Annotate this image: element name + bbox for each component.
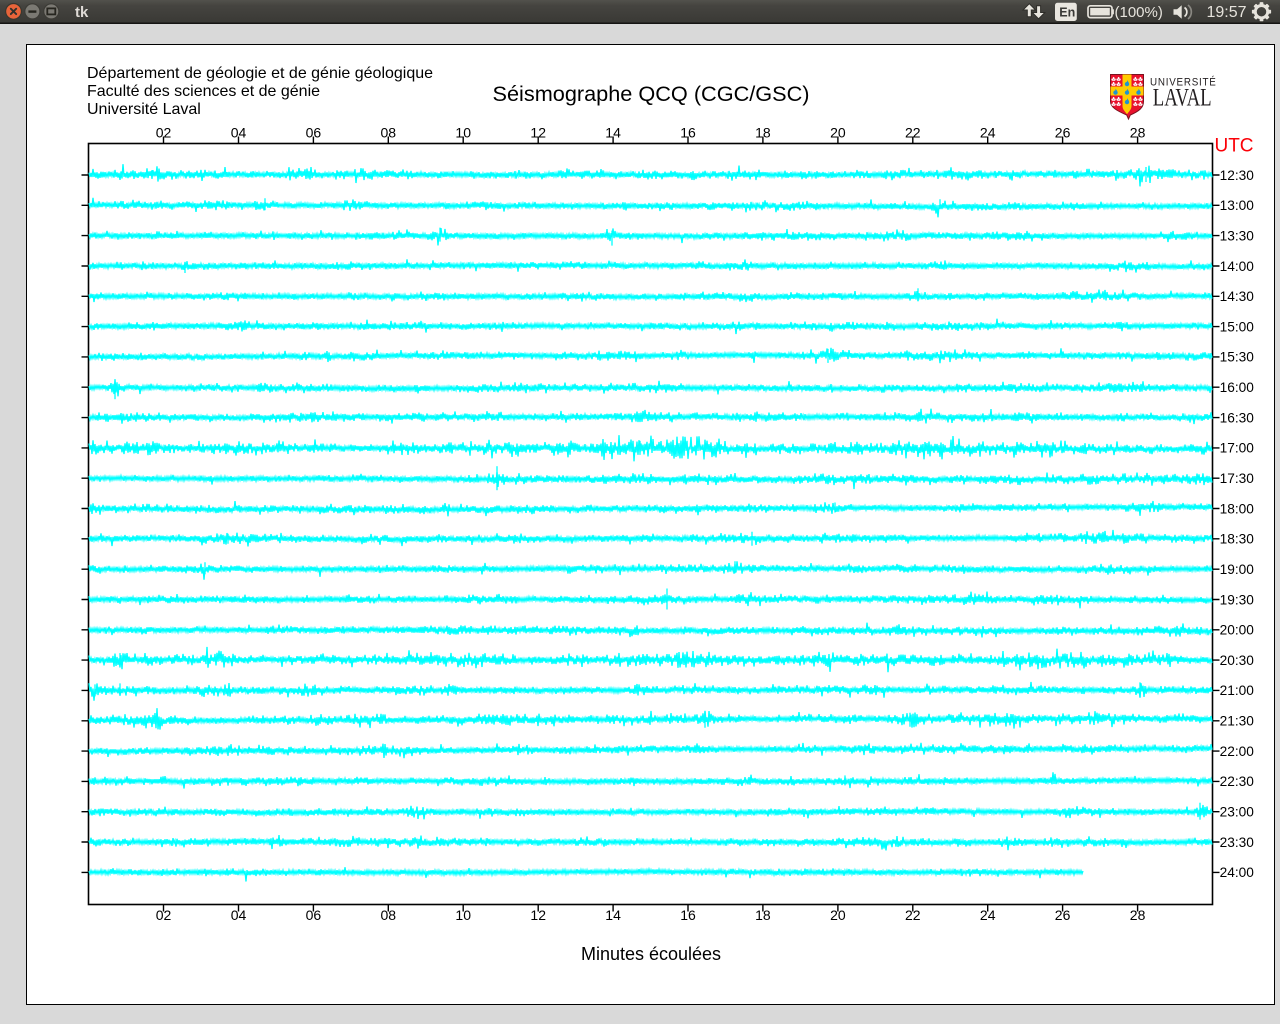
svg-text:UTC: UTC <box>1214 136 1253 157</box>
svg-text:20: 20 <box>830 907 846 923</box>
svg-text:10: 10 <box>455 125 471 141</box>
svg-text:22: 22 <box>905 907 921 923</box>
svg-text:21:30: 21:30 <box>1220 714 1255 729</box>
svg-text:15:00: 15:00 <box>1220 319 1255 334</box>
svg-text:02: 02 <box>156 907 172 923</box>
svg-text:14: 14 <box>605 907 621 923</box>
svg-text:22:00: 22:00 <box>1220 744 1255 759</box>
svg-text:14:30: 14:30 <box>1220 289 1255 304</box>
svg-text:12: 12 <box>530 125 546 141</box>
svg-text:19:00: 19:00 <box>1220 562 1255 577</box>
svg-text:20: 20 <box>830 125 846 141</box>
svg-text:18: 18 <box>755 125 771 141</box>
svg-text:20:30: 20:30 <box>1220 653 1255 668</box>
svg-text:17:00: 17:00 <box>1220 441 1255 456</box>
svg-text:20:00: 20:00 <box>1220 623 1255 638</box>
svg-text:08: 08 <box>381 125 397 141</box>
svg-text:23:00: 23:00 <box>1220 805 1255 820</box>
svg-text:24: 24 <box>980 125 996 141</box>
svg-text:LAVAL: LAVAL <box>1153 83 1212 111</box>
svg-text:26: 26 <box>1055 125 1071 141</box>
svg-text:24:00: 24:00 <box>1220 865 1255 880</box>
svg-text:28: 28 <box>1130 907 1146 923</box>
svg-text:12: 12 <box>530 907 546 923</box>
svg-text:14:00: 14:00 <box>1220 259 1255 274</box>
svg-text:06: 06 <box>306 125 322 141</box>
svg-text:18: 18 <box>755 907 771 923</box>
svg-text:18:30: 18:30 <box>1220 532 1255 547</box>
svg-text:19:30: 19:30 <box>1220 592 1255 607</box>
svg-text:04: 04 <box>231 125 247 141</box>
svg-text:17:30: 17:30 <box>1220 471 1255 486</box>
svg-text:12:30: 12:30 <box>1220 168 1255 183</box>
svg-text:16:00: 16:00 <box>1220 380 1255 395</box>
svg-text:02: 02 <box>156 125 172 141</box>
svg-text:10: 10 <box>455 907 471 923</box>
svg-text:28: 28 <box>1130 125 1146 141</box>
svg-text:04: 04 <box>231 907 247 923</box>
svg-text:22: 22 <box>905 125 921 141</box>
svg-text:18:00: 18:00 <box>1220 501 1255 516</box>
svg-text:13:30: 13:30 <box>1220 228 1255 243</box>
svg-text:06: 06 <box>306 907 322 923</box>
svg-text:16:30: 16:30 <box>1220 410 1255 425</box>
svg-text:16: 16 <box>680 125 696 141</box>
svg-text:En: En <box>1059 5 1075 19</box>
svg-text:08: 08 <box>381 907 397 923</box>
svg-text:(100%): (100%) <box>1115 4 1163 21</box>
svg-text:14: 14 <box>605 125 621 141</box>
svg-text:21:00: 21:00 <box>1220 683 1255 698</box>
svg-text:22:30: 22:30 <box>1220 774 1255 789</box>
svg-text:tk: tk <box>75 4 89 21</box>
svg-text:23:30: 23:30 <box>1220 835 1255 850</box>
svg-text:24: 24 <box>980 907 996 923</box>
svg-text:16: 16 <box>680 907 696 923</box>
svg-text:19:57: 19:57 <box>1207 4 1247 21</box>
svg-text:26: 26 <box>1055 907 1071 923</box>
svg-text:15:30: 15:30 <box>1220 350 1255 365</box>
svg-text:13:00: 13:00 <box>1220 198 1255 213</box>
